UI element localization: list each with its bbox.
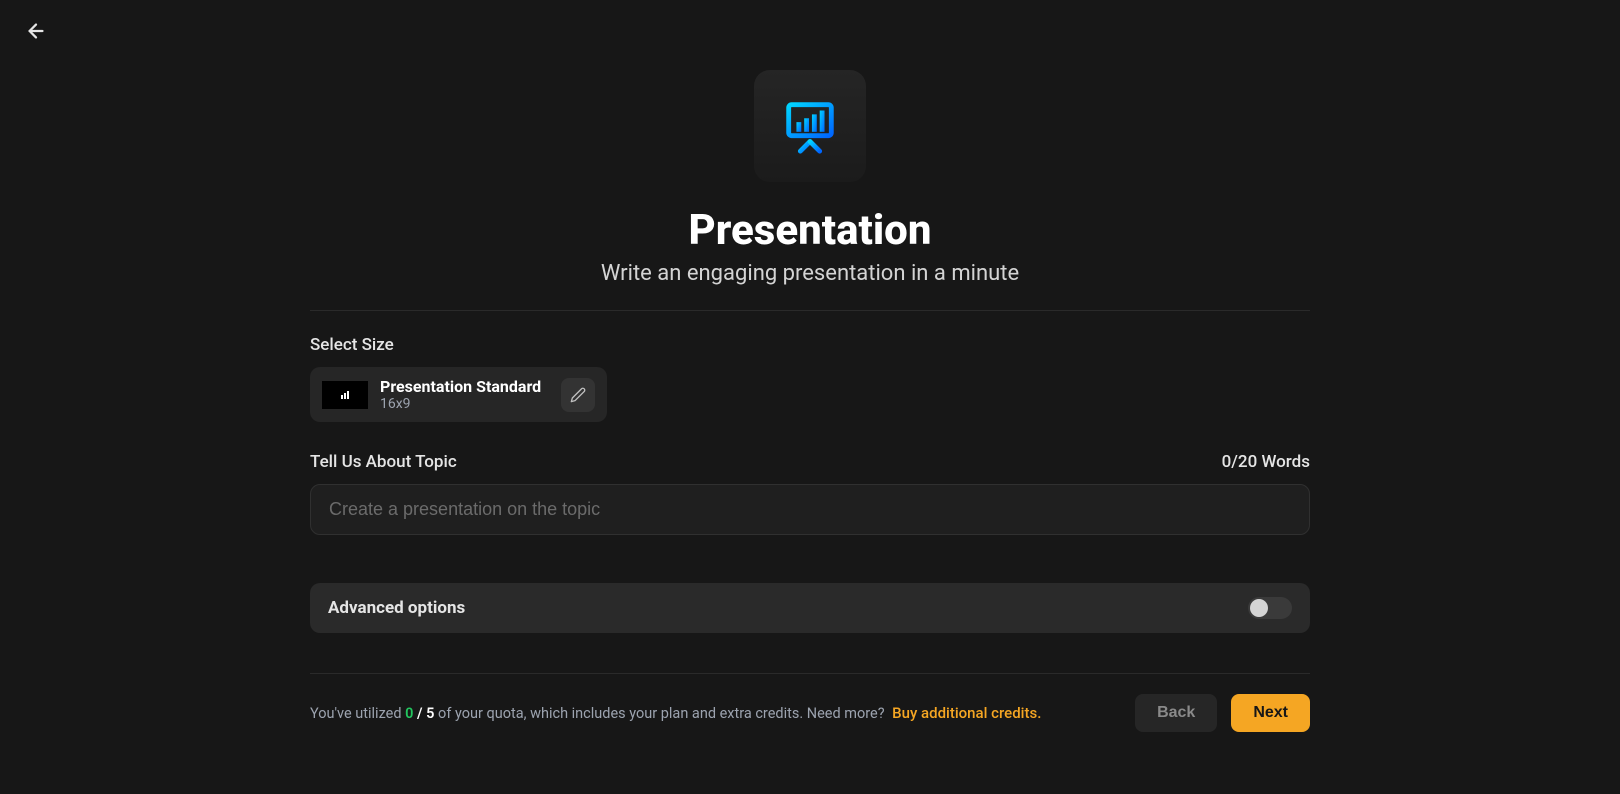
main-container: Presentation Write an engaging presentat… bbox=[310, 0, 1310, 732]
next-button[interactable]: Next bbox=[1231, 694, 1310, 732]
topic-input[interactable] bbox=[310, 484, 1310, 535]
edit-size-button[interactable] bbox=[561, 378, 595, 412]
size-ratio: 16x9 bbox=[380, 396, 541, 412]
advanced-options-row: Advanced options bbox=[310, 583, 1310, 633]
back-arrow-button[interactable] bbox=[25, 20, 47, 46]
back-button[interactable]: Back bbox=[1135, 694, 1217, 732]
slide-thumb-icon bbox=[339, 390, 351, 400]
hero-icon-box bbox=[754, 70, 866, 182]
size-info: Presentation Standard 16x9 bbox=[380, 377, 541, 412]
quota-text: You've utilized 0 / 5 of your quota, whi… bbox=[310, 704, 1041, 722]
advanced-options-toggle[interactable] bbox=[1248, 597, 1292, 619]
topic-section-label: Tell Us About Topic bbox=[310, 452, 457, 472]
presentation-icon bbox=[779, 95, 841, 157]
buy-credits-link[interactable]: Buy additional credits. bbox=[892, 704, 1041, 722]
footer-row: You've utilized 0 / 5 of your quota, whi… bbox=[310, 673, 1310, 732]
topic-header-row: Tell Us About Topic 0/20 Words bbox=[310, 452, 1310, 472]
arrow-left-icon bbox=[25, 20, 47, 42]
quota-prefix: You've utilized bbox=[310, 705, 405, 722]
word-count: 0/20 Words bbox=[1222, 452, 1310, 472]
hero-section: Presentation Write an engaging presentat… bbox=[310, 70, 1310, 311]
pencil-icon bbox=[570, 387, 586, 403]
size-card: Presentation Standard 16x9 bbox=[310, 367, 607, 422]
page-subtitle: Write an engaging presentation in a minu… bbox=[310, 261, 1310, 286]
size-section-label: Select Size bbox=[310, 335, 1310, 355]
page-title: Presentation bbox=[310, 206, 1310, 255]
advanced-options-label: Advanced options bbox=[328, 598, 465, 618]
toggle-knob bbox=[1250, 599, 1268, 617]
quota-suffix: of your quota, which includes your plan … bbox=[434, 705, 888, 722]
nav-buttons: Back Next bbox=[1135, 694, 1310, 732]
size-name: Presentation Standard bbox=[380, 377, 541, 396]
size-thumbnail bbox=[322, 381, 368, 409]
quota-slash: / bbox=[413, 705, 426, 722]
